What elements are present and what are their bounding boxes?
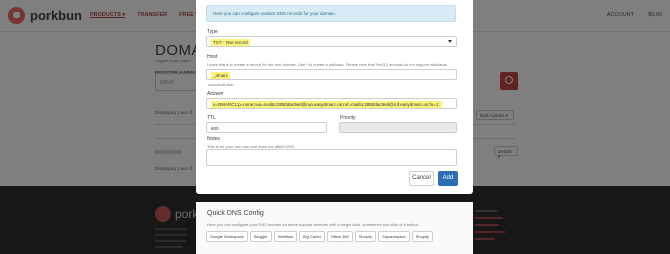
quick-dns-panel: Quick DNS Config Here you can configure … <box>196 202 473 254</box>
answer-input-value: v=DMARC1;p=none;rua=mailto:2850dac9ed@ru… <box>211 101 442 108</box>
host-label: Host <box>207 54 218 60</box>
notes-textarea[interactable] <box>206 149 457 166</box>
ttl-input[interactable]: 600 <box>206 122 327 133</box>
type-select-value: TXT - Text record <box>211 39 250 46</box>
host-help-text: Leave blank to create a record for the r… <box>207 62 449 67</box>
host-domain-suffix: .coscosoft.club <box>207 82 234 87</box>
dns-record-modal: Here you can configure custom DNS record… <box>196 0 473 194</box>
quick-dns-shopify-button-2[interactable]: Shopify <box>411 231 434 242</box>
priority-input <box>339 122 457 133</box>
quick-dns-webflow-button[interactable]: Webflow <box>273 231 298 242</box>
add-button[interactable]: Add <box>438 171 458 186</box>
host-input-value: _dmarc <box>211 72 231 79</box>
notes-label: Notes <box>207 136 221 142</box>
quick-dns-office-365-button[interactable]: Office 365 <box>326 231 353 242</box>
type-label: Type <box>207 29 218 35</box>
cancel-button[interactable]: Cancel <box>409 171 434 186</box>
answer-label: Answer <box>207 91 224 97</box>
info-alert: Here you can configure custom DNS record… <box>206 5 456 22</box>
quick-dns-title: Quick DNS Config <box>207 210 264 217</box>
type-select[interactable]: TXT - Text record <box>206 36 457 47</box>
quick-dns-description: Here you can configure your DNS records … <box>207 222 420 227</box>
ttl-label: TTL <box>207 115 216 121</box>
chevron-down-icon <box>448 40 452 43</box>
quick-dns-squarespace-button[interactable]: Squarespace <box>378 231 410 242</box>
quick-dns-big-cartel-button[interactable]: Big Cartel <box>299 231 325 242</box>
quick-dns-blogger-button[interactable]: Blogger <box>249 231 272 242</box>
host-input[interactable]: _dmarc <box>206 69 457 80</box>
quick-dns-google-workspace-button[interactable]: Google Workspace <box>206 231 248 242</box>
quick-dns-buttons: Google Workspace Blogger Webflow Big Car… <box>206 231 434 242</box>
priority-label: Priority <box>340 115 356 121</box>
quick-dns-shopify-button[interactable]: Shopify <box>354 231 377 242</box>
answer-input[interactable]: v=DMARC1;p=none;rua=mailto:2850dac9ed@ru… <box>206 98 457 109</box>
